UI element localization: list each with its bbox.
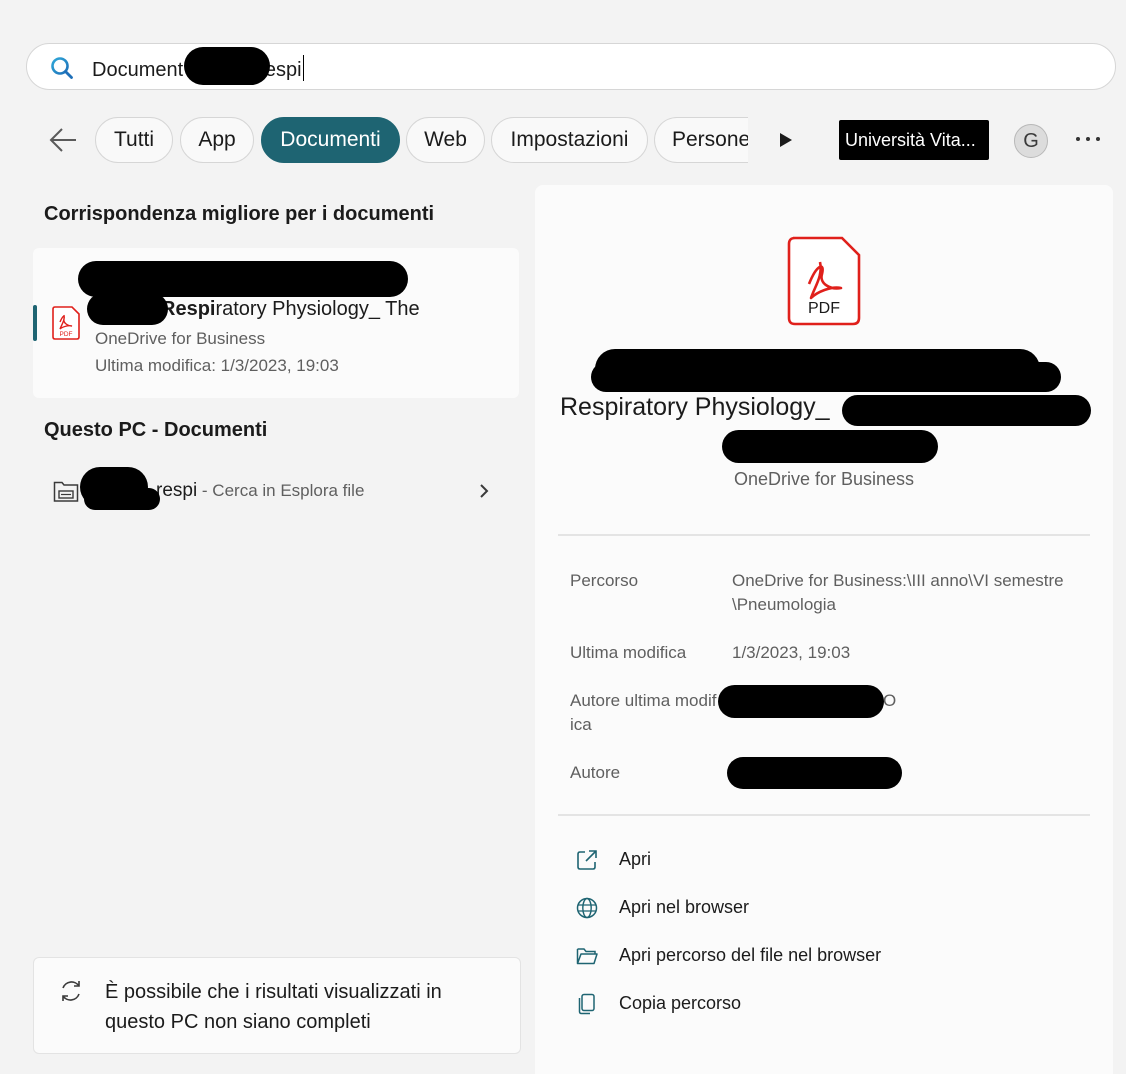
folder-open-icon [576, 948, 598, 965]
pc-documents-heading: Questo PC - Documenti [44, 419, 268, 441]
preview-title: Respiratory Physiology_ [560, 393, 830, 421]
meta-value-path: OneDrive for Business:\III anno\VI semes… [732, 571, 1064, 614]
play-icon[interactable] [778, 131, 794, 149]
best-match-heading: Corrispondenza migliore per i documenti [44, 203, 435, 225]
meta-label-author: Autore [570, 763, 621, 782]
search-icon [51, 57, 73, 79]
copy-path-label: Copia percorso [619, 993, 742, 1013]
filter-app[interactable]: App [180, 117, 254, 163]
filter-tutti[interactable]: Tutti [95, 117, 173, 163]
redaction [842, 395, 1091, 426]
avatar[interactable]: G [1014, 124, 1048, 158]
meta-value-last-author: O [883, 691, 897, 710]
redaction [84, 488, 160, 510]
text-caret [302, 55, 304, 81]
open-file-location-label: Apri percorso del file nel browser [619, 945, 882, 965]
copy-icon [578, 993, 595, 1015]
preview-pane: PDF Respiratory Physiology_ OneDrive for… [535, 185, 1113, 1074]
redaction [184, 47, 270, 85]
notice-text: È possibile che i risultati visualizzati… [105, 981, 442, 1033]
pc-row-hint: - Cerca in Esplora file [197, 481, 365, 500]
refresh-icon [62, 981, 80, 1001]
filter-documenti[interactable]: Documenti [261, 117, 400, 163]
redaction [87, 293, 168, 325]
pdf-label: PDF [808, 300, 840, 317]
external-link-icon [577, 850, 597, 870]
pc-row-query: respi [156, 480, 198, 501]
meta-label-last-author: Autore ultima modifica [570, 691, 717, 734]
redaction [718, 685, 884, 718]
filter-web[interactable]: Web [406, 117, 485, 163]
open-in-browser-label: Apri nel browser [619, 897, 750, 917]
back-arrow-icon[interactable] [46, 124, 80, 156]
redaction [727, 757, 902, 789]
pdf-icon: PDF [52, 306, 80, 340]
search-query-start: Document [92, 59, 184, 81]
more-options-icon[interactable] [1076, 137, 1100, 143]
best-match-source: OneDrive for Business [95, 329, 266, 348]
redaction [78, 261, 408, 297]
filter-impostazioni[interactable]: Impostazioni [491, 117, 648, 163]
chevron-right-icon[interactable] [478, 483, 490, 499]
pdf-icon: PDF [787, 236, 861, 326]
meta-label-path: Percorso [570, 571, 639, 590]
redaction [591, 362, 1061, 392]
folder-icon [53, 481, 79, 502]
meta-value-modified: 1/3/2023, 19:03 [732, 643, 851, 662]
meta-label-modified: Ultima modifica [570, 643, 687, 662]
selection-indicator [33, 305, 37, 341]
incomplete-results-notice: È possibile che i risultati visualizzati… [33, 957, 521, 1054]
divider [558, 814, 1090, 816]
divider [558, 534, 1090, 536]
globe-icon [576, 897, 598, 919]
best-match-modified: Ultima modifica: 1/3/2023, 19:03 [95, 356, 339, 375]
preview-source: OneDrive for Business [733, 469, 915, 489]
svg-text:PDF: PDF [60, 331, 73, 338]
filter-persone[interactable]: Persone [654, 117, 748, 163]
pc-search-row[interactable]: respi - Cerca in Esplora file [156, 480, 364, 502]
best-match-title: Respiratory Physiology_ The [161, 298, 420, 320]
redaction [722, 430, 938, 463]
open-label: Apri [619, 849, 652, 869]
organization-badge[interactable]: Università Vita... [839, 120, 989, 160]
